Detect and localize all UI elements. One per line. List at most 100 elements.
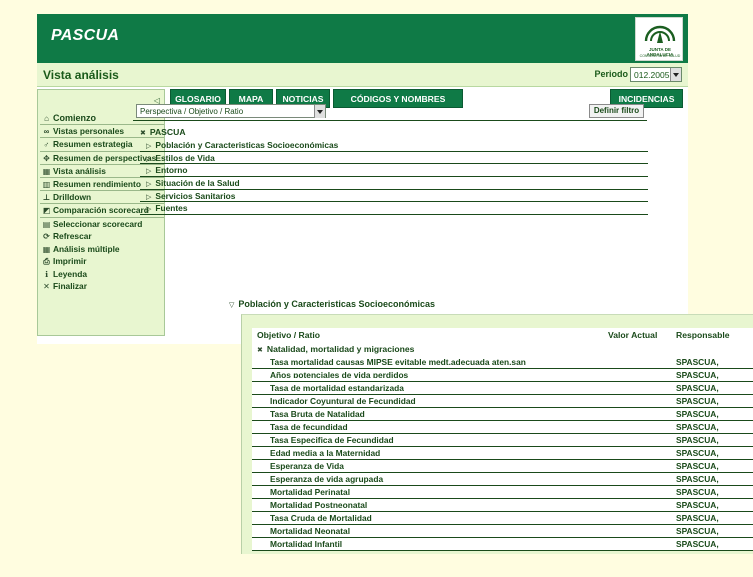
- tree-node[interactable]: ▷ Población y Caracteristicas Socioeconóm…: [140, 139, 648, 152]
- table-row[interactable]: Tasa Bruta de Natalidad SPASCUA,: [252, 408, 753, 421]
- perspective-tree: ✖ PASCUA ▷ Población y Caracteristicas Soc…: [140, 125, 648, 216]
- ratio-name[interactable]: Esperanza de Vida: [270, 460, 344, 472]
- group-row[interactable]: ✖ Natalidad, mortalidad y migraciones: [257, 343, 753, 356]
- sidebar-item-label: Resumen rendimiento: [53, 178, 141, 189]
- ratio-name[interactable]: Tasa Especifica de Fecundidad: [270, 434, 394, 446]
- period-select[interactable]: 012.2005: [630, 67, 682, 82]
- action-analisis-multiple[interactable]: ▦ Análisis múltiple: [40, 243, 164, 256]
- table-row[interactable]: Esperanza de Vida SPASCUA,: [252, 460, 753, 473]
- table-row[interactable]: Edad media a la Maternidad SPASCUA,: [252, 447, 753, 460]
- ratio-responsible: SPASCUA,: [676, 474, 719, 484]
- sidebar-item-label: Comienzo: [53, 113, 97, 123]
- ratio-responsible: SPASCUA,: [676, 448, 719, 458]
- tree-node[interactable]: ▷ Fuentes: [140, 202, 648, 216]
- sidebar-item-label: Drilldown: [53, 192, 92, 203]
- action-label: Leyenda: [53, 268, 87, 279]
- define-filter-button[interactable]: Definir filtro: [589, 104, 644, 118]
- table-header: Objetivo / Ratio Valor Actual Responsabl…: [252, 328, 753, 342]
- sidebar-item-label: Vistas personales: [53, 126, 125, 137]
- table-row[interactable]: Mortalidad Infantil SPASCUA,: [252, 538, 753, 551]
- tree-node-label: Población y Caracteristicas Socioeconómi…: [155, 140, 339, 150]
- action-seleccionar-scorecard[interactable]: ▤ Seleccionar scorecard: [40, 218, 164, 231]
- junta-logo: JUNTA DE ANDALUCIA CONSEJERIA DE SALUD: [635, 17, 683, 61]
- ratio-name[interactable]: Tasa mortalidad causas MIPSE evitable me…: [270, 356, 526, 368]
- table-row[interactable]: Años potenciales de vida perdidos SPASCUA…: [252, 369, 753, 382]
- sidebar-item-label: Resumen estrategia: [53, 139, 133, 150]
- comparison-icon: ◩: [42, 206, 51, 216]
- multiple-analysis-icon: ▦: [42, 244, 51, 254]
- ratio-responsible: SPASCUA,: [676, 370, 719, 380]
- table-row[interactable]: Tasa de mortalidad estandarizada SPASCUA,: [252, 382, 753, 395]
- ratio-responsible: SPASCUA,: [676, 461, 719, 471]
- table-row[interactable]: Indicador Coyuntural de Fecundidad SPASCU…: [252, 395, 753, 408]
- performance-icon: ▥: [42, 179, 51, 189]
- period-value: 012.2005: [634, 70, 670, 80]
- legend-icon: ℹ: [44, 269, 49, 279]
- column-header-responsable: Responsable: [676, 330, 730, 340]
- detail-title[interactable]: ▽ Población y Caracteristicas Socioeconóm…: [229, 299, 435, 309]
- action-finalizar[interactable]: ✕ Finalizar: [40, 280, 164, 293]
- app-title: PASCUA: [51, 27, 120, 44]
- ratio-name[interactable]: Mortalidad Infantil: [270, 538, 342, 550]
- table-row[interactable]: Tasa Cruda de Mortalidad SPASCUA,: [252, 512, 753, 525]
- ratio-responsible: SPASCUA,: [676, 435, 719, 445]
- ratio-name[interactable]: Mortalidad Postneonatal: [270, 499, 367, 511]
- ratio-responsible: SPASCUA,: [676, 422, 719, 432]
- ratio-responsible: SPASCUA,: [676, 539, 719, 549]
- analysis-grid-icon: ▦: [42, 166, 51, 176]
- tree-node[interactable]: ▷ Servicios Sanitarios: [140, 190, 648, 203]
- expanded-triangle-icon: ▽: [229, 302, 235, 309]
- tree-node[interactable]: ▷ Entorno: [140, 164, 648, 178]
- ratio-name[interactable]: Tasa Bruta de Natalidad: [270, 408, 365, 420]
- tree-node[interactable]: ▷ Situación de la Salud: [140, 177, 648, 190]
- logo-arch-icon: [644, 25, 676, 43]
- table-row[interactable]: Tasa mortalidad causas MIPSE evitable me…: [252, 356, 753, 369]
- action-label: Finalizar: [53, 281, 87, 291]
- period-label: Periodo: [594, 69, 628, 79]
- action-imprimir[interactable]: ⎙ Imprimir: [40, 255, 164, 268]
- perspective-select[interactable]: Perspectiva / Objetivo / Ratio: [136, 104, 326, 118]
- home-icon: ⌂: [44, 114, 49, 123]
- app-header: PASCUA JUNTA DE ANDALUCIA CONSEJERIA DE …: [37, 14, 688, 63]
- tree-node[interactable]: ▷ Estilos de Vida: [140, 152, 648, 165]
- chevron-down-icon[interactable]: [670, 68, 681, 81]
- ratio-name[interactable]: Años potenciales de vida perdidos: [270, 369, 408, 378]
- group-label: Natalidad, mortalidad y migraciones: [266, 344, 415, 354]
- table-row[interactable]: Mortalidad Neonatal SPASCUA,: [252, 525, 753, 538]
- detail-title-label: Población y Caracteristicas Socioeconómi…: [238, 299, 435, 309]
- sidebar-item-label: Vista análisis: [53, 165, 106, 176]
- ratio-name[interactable]: Indicador Coyuntural de Fecundidad: [270, 395, 416, 407]
- glasses-icon: ∞: [43, 127, 50, 137]
- action-label: Análisis múltiple: [53, 243, 120, 254]
- view-title: Vista análisis: [43, 68, 119, 82]
- ratio-responsible: SPASCUA,: [676, 357, 719, 367]
- table-row[interactable]: Tasa de fecundidad SPASCUA,: [252, 421, 753, 434]
- logo-subtext: CONSEJERIA DE SALUD: [639, 54, 681, 58]
- print-icon: ⎙: [43, 257, 50, 266]
- table-row[interactable]: Mortalidad Postneonatal SPASCUA,: [252, 499, 753, 512]
- view-bar: Vista análisis Periodo 012.2005: [37, 63, 688, 87]
- chevron-down-icon[interactable]: [314, 105, 325, 118]
- ratio-name[interactable]: Edad media a la Maternidad: [270, 447, 380, 459]
- collapse-x-icon[interactable]: ✖: [140, 127, 146, 141]
- ratio-name[interactable]: Tasa Cruda de Mortalidad: [270, 512, 372, 524]
- expand-triangle-icon: ▷: [146, 206, 152, 214]
- tree-node-label: Entorno: [155, 165, 188, 176]
- ratio-name[interactable]: Esperanza de vida agrupada: [270, 473, 383, 485]
- ratio-name[interactable]: Mortalidad Perinatal: [270, 486, 350, 498]
- ratio-name[interactable]: Tasa de fecundidad: [270, 421, 348, 433]
- ratio-responsible: SPASCUA,: [676, 487, 719, 497]
- tree-root[interactable]: ✖ PASCUA: [140, 125, 648, 139]
- ratio-name[interactable]: Mortalidad Neonatal: [270, 525, 350, 537]
- refresh-icon: ⟳: [43, 232, 50, 241]
- ratio-name[interactable]: Tasa de mortalidad estandarizada: [270, 382, 404, 394]
- perspective-toolbar: Perspectiva / Objetivo / Ratio Definir f…: [133, 101, 647, 121]
- detail-panel: Objetivo / Ratio Valor Actual Responsabl…: [241, 314, 753, 554]
- column-header-valor: Valor Actual: [608, 330, 658, 340]
- table-row[interactable]: Tasa Especifica de Fecundidad SPASCUA,: [252, 434, 753, 447]
- table-row[interactable]: Mortalidad Perinatal SPASCUA,: [252, 486, 753, 499]
- ratio-responsible: SPASCUA,: [676, 500, 719, 510]
- action-refrescar[interactable]: ⟳ Refrescar: [40, 230, 164, 243]
- table-row[interactable]: Esperanza de vida agrupada SPASCUA,: [252, 473, 753, 486]
- action-leyenda[interactable]: ℹ Leyenda: [40, 268, 164, 281]
